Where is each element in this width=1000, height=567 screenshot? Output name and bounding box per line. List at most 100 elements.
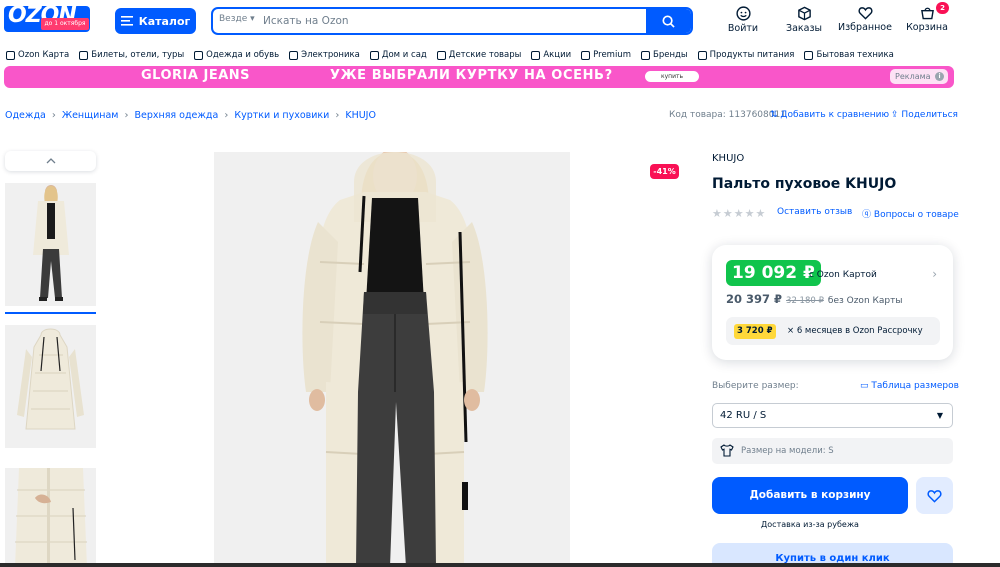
cart-count-badge: 2 xyxy=(936,2,949,14)
breadcrumb-link[interactable]: KHUJO xyxy=(345,110,376,121)
coat-detail-thumbnail xyxy=(5,468,96,567)
category-link[interactable]: Детские товары xyxy=(436,48,521,62)
product-title: Пальто пуховое KHUJO xyxy=(712,176,897,192)
category-label: Продукты питания xyxy=(709,50,795,60)
add-to-compare-link[interactable]: ⇅ Добавить к сравнению xyxy=(770,110,889,120)
premium-icon xyxy=(581,50,591,60)
brands-icon xyxy=(640,50,650,60)
questions-link[interactable]: ⓠ Вопросы о товаре xyxy=(862,207,959,220)
cart-button[interactable]: Корзина 2 xyxy=(897,2,957,36)
category-link[interactable]: Premium xyxy=(581,48,631,62)
menu-icon xyxy=(120,16,133,26)
rating-stars: ★ ★ ★ ★ ★ xyxy=(712,207,765,220)
search-input[interactable] xyxy=(263,12,643,30)
price-card[interactable]: 19 092 ₽ с Ozon Картой › 20 397 ₽32 180 … xyxy=(712,245,953,360)
category-label: Ozon Карта xyxy=(18,50,70,60)
product-brand-link[interactable]: KHUJO xyxy=(712,153,744,164)
cart-label: Корзина xyxy=(906,22,948,33)
main-product-image[interactable] xyxy=(214,152,570,567)
category-label: Бытовая техника xyxy=(816,50,894,60)
chevron-up-icon xyxy=(46,158,55,164)
category-label: Одежда и обувь xyxy=(206,50,280,60)
size-select[interactable]: 42 RU / S ▼ xyxy=(712,403,953,428)
model-size-text: Размер на модели: S xyxy=(741,446,834,456)
model-size-info: Размер на модели: S xyxy=(712,438,953,464)
compare-icon: ⇅ xyxy=(770,110,778,120)
window-bottom-edge xyxy=(0,563,1000,567)
ad-label[interactable]: Реклама i xyxy=(890,69,948,84)
question-icon: ⓠ xyxy=(862,210,872,220)
category-link[interactable]: Бытовая техника xyxy=(804,48,894,62)
leave-review-link[interactable]: Оставить отзыв xyxy=(777,207,852,217)
caret-down-icon: ▼ xyxy=(936,411,943,420)
category-label: Бренды xyxy=(652,50,688,60)
size-label: Выберите размер: xyxy=(712,381,799,391)
breadcrumb-separator-icon: › xyxy=(51,110,56,121)
installment-amount: 3 720 ₽ xyxy=(734,324,776,339)
thumbnail-3[interactable] xyxy=(5,468,96,567)
category-link[interactable]: Ozon Карта xyxy=(6,48,69,62)
thumbnail-1[interactable] xyxy=(5,183,96,306)
regular-price-row: 20 397 ₽32 180 ₽ без Ozon Карты xyxy=(726,292,902,306)
tshirt-icon xyxy=(720,444,734,457)
info-icon: i xyxy=(935,72,944,81)
installment-offer[interactable]: 3 720 ₽ × 6 месяцев в Ozon Рассрочку xyxy=(726,317,940,345)
search-bar: Везде ▾ xyxy=(211,7,693,35)
favorites-button[interactable]: Избранное xyxy=(835,6,895,36)
regular-price-note: без Ozon Карты xyxy=(827,296,903,306)
regular-price: 20 397 ₽ xyxy=(726,292,783,306)
add-to-favorites-button[interactable] xyxy=(916,477,953,514)
orders-label: Заказы xyxy=(785,23,823,34)
appliance-icon xyxy=(804,50,814,60)
sku-code: Код товара: 1137608011 xyxy=(669,110,786,120)
catalog-button[interactable]: Каталог xyxy=(115,8,196,34)
ozon-logo[interactable]: OZON до 1 октября xyxy=(4,6,90,32)
breadcrumb-link[interactable]: Куртки и пуховики xyxy=(234,110,329,121)
category-link[interactable]: Дом и сад xyxy=(369,48,427,62)
category-link[interactable]: Акции xyxy=(531,48,571,62)
banner-buy-button[interactable]: купить xyxy=(645,71,699,82)
size-table-label: Таблица размеров xyxy=(871,381,959,391)
size-table-link[interactable]: ▭ Таблица размеров xyxy=(860,381,959,391)
user-icon xyxy=(735,6,751,21)
search-button[interactable] xyxy=(646,9,691,33)
breadcrumb-separator-icon: › xyxy=(335,110,340,121)
thumbnail-2[interactable] xyxy=(5,325,96,448)
thumbnail-active-indicator xyxy=(5,312,96,314)
compare-label: Добавить к сравнению xyxy=(780,110,890,120)
category-label: Дом и сад xyxy=(381,50,427,60)
toys-icon xyxy=(436,50,446,60)
installment-text: × 6 месяцев в Ozon Рассрочку xyxy=(787,326,923,336)
breadcrumb-link[interactable]: Женщинам xyxy=(62,110,119,121)
logo-promo: до 1 октября xyxy=(41,18,89,30)
cart-icon xyxy=(920,7,934,20)
banner-slogan: УЖЕ ВЫБРАЛИ КУРТКУ НА ОСЕНЬ? xyxy=(330,68,613,83)
ticket-icon xyxy=(79,50,89,60)
phone-icon xyxy=(289,50,299,60)
star-icon: ★ xyxy=(722,207,733,220)
coat-front-thumbnail xyxy=(5,183,96,306)
category-label: Акции xyxy=(543,50,572,60)
orders-button[interactable]: Заказы xyxy=(774,6,834,36)
breadcrumb-separator-icon: › xyxy=(124,110,129,121)
login-button[interactable]: Войти xyxy=(713,6,773,36)
old-price: 32 180 ₽ xyxy=(786,296,824,306)
category-link[interactable]: Билеты, отели, туры xyxy=(79,48,184,62)
category-link[interactable]: Одежда и обувь xyxy=(194,48,279,62)
category-link[interactable]: Продукты питания xyxy=(697,48,795,62)
heart-icon xyxy=(927,489,942,503)
ad-banner[interactable]: GLORIA JEANS УЖЕ ВЫБРАЛИ КУРТКУ НА ОСЕНЬ… xyxy=(4,66,954,88)
star-icon: ★ xyxy=(733,207,744,220)
delivery-note: Доставка из-за рубежа xyxy=(761,520,859,529)
add-to-cart-button[interactable]: Добавить в корзину xyxy=(712,477,908,514)
share-link[interactable]: ⇪ Поделиться xyxy=(891,110,958,120)
search-scope-select[interactable]: Везде ▾ xyxy=(219,14,255,24)
category-link[interactable]: Бренды xyxy=(640,48,688,62)
category-link[interactable]: Электроника xyxy=(289,48,360,62)
chevron-down-icon: ▾ xyxy=(250,14,255,24)
sale-icon xyxy=(531,50,541,60)
breadcrumb-link[interactable]: Верхняя одежда xyxy=(134,110,218,121)
thumbnails-up-button[interactable] xyxy=(5,151,96,171)
breadcrumb-link[interactable]: Одежда xyxy=(5,110,46,121)
card-price-note: с Ozon Картой xyxy=(809,270,877,280)
